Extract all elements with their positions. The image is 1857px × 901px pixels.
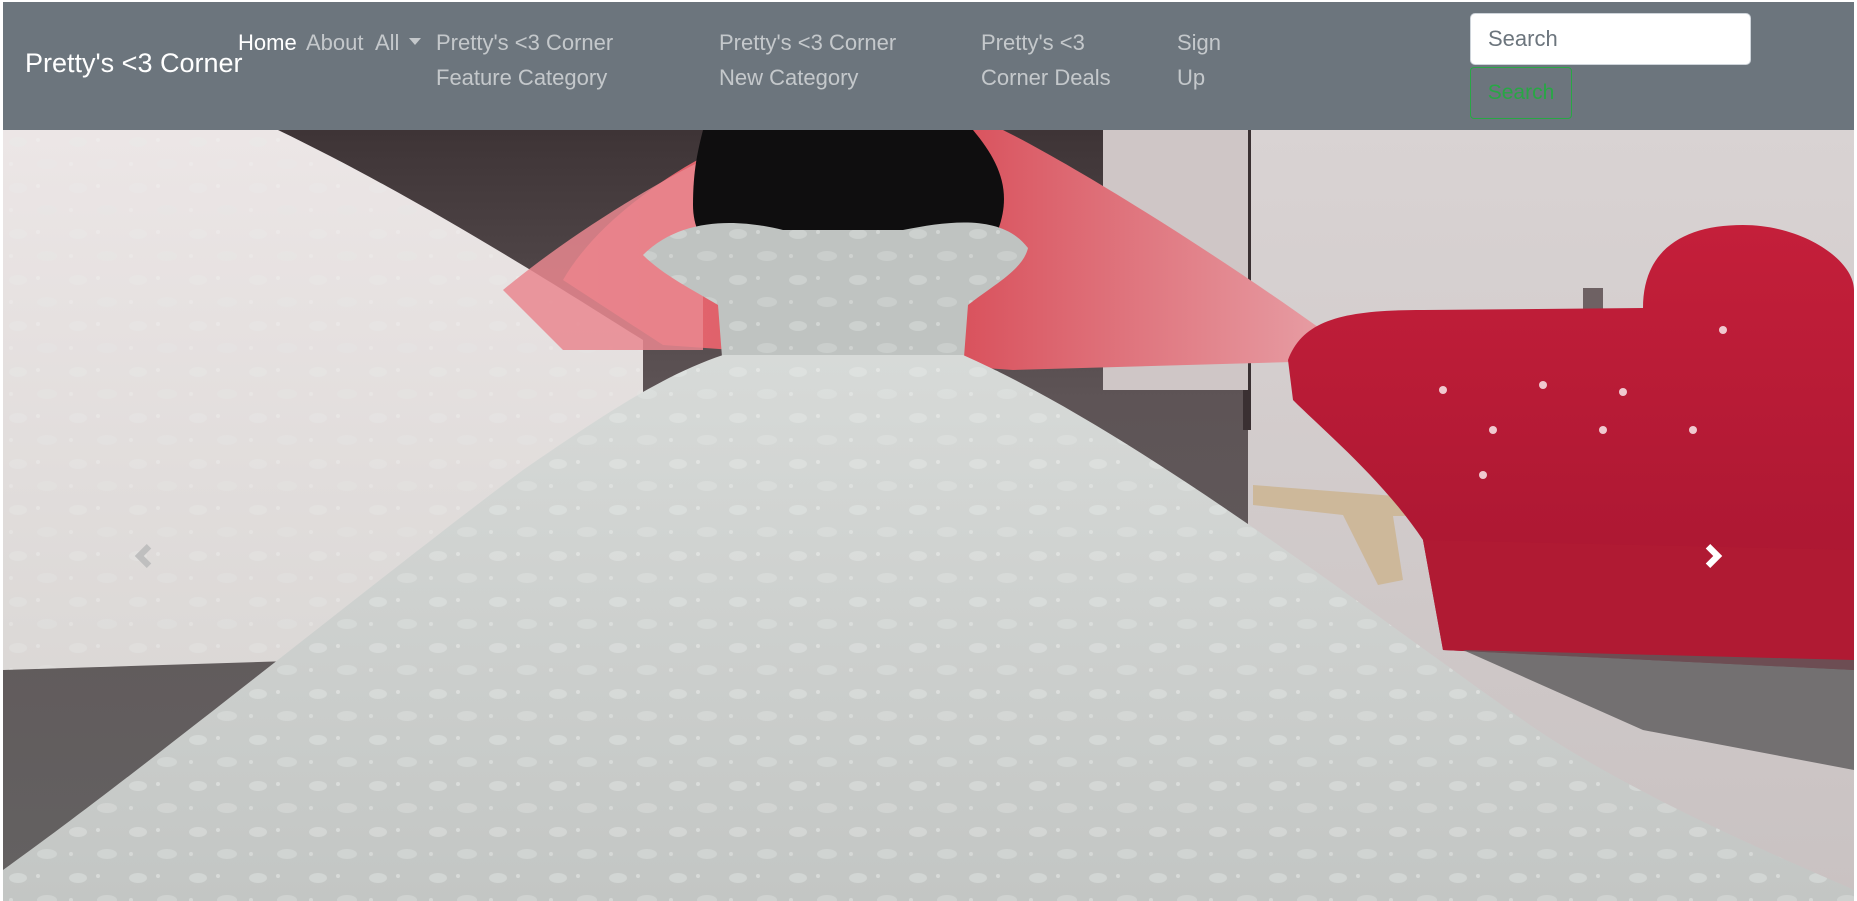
page-frame: Pretty's <3 Corner Home About All Pretty… [3,2,1854,901]
search-input[interactable] [1470,13,1751,65]
nav-deals[interactable]: Pretty's <3 Corner Deals [981,25,1146,95]
carousel-prev-button[interactable] [3,130,283,901]
nav-about[interactable]: About [306,25,364,60]
chevron-right-icon [1705,543,1723,568]
navbar: Pretty's <3 Corner Home About All Pretty… [3,2,1854,130]
caret-down-icon [409,38,422,45]
nav-feature-category[interactable]: Pretty's <3 Corner Feature Category [436,25,686,95]
nav-new-category[interactable]: Pretty's <3 Corner New Category [719,25,944,95]
nav-home[interactable]: Home [238,25,297,60]
nav-all-dropdown[interactable]: All [375,25,422,60]
chevron-left-icon [134,543,152,568]
nav-all-label: All [375,30,400,55]
nav-sign-up[interactable]: Sign Up [1177,25,1227,95]
carousel-next-button[interactable] [1574,130,1854,901]
search-button[interactable]: Search [1470,67,1572,119]
hero-carousel [3,130,1854,901]
brand-link[interactable]: Pretty's <3 Corner [25,48,243,79]
